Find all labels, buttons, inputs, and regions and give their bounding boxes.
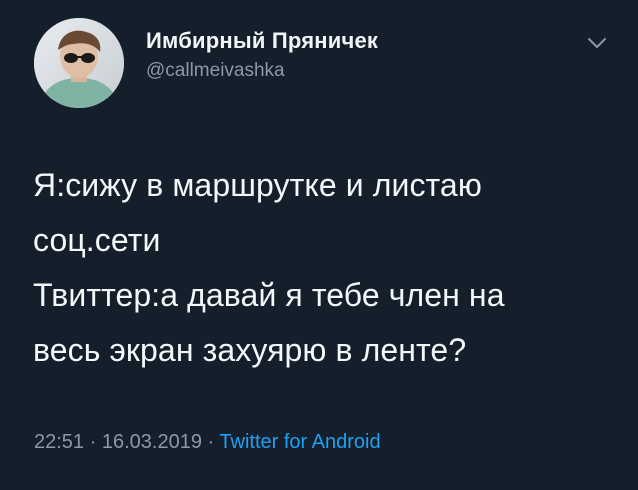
tweet-text: Я:сижу в маршрутке и листаю соц.сети Тви… <box>33 158 618 378</box>
tweet-text-line: Твиттер:а давай я тебе член на <box>33 277 505 313</box>
tweet-text-line: весь экран захуярю в ленте? <box>33 332 467 368</box>
author-username[interactable]: @callmeivashka <box>146 60 378 82</box>
author-avatar[interactable] <box>34 18 124 108</box>
tweet-time[interactable]: 22:51 <box>34 431 84 453</box>
tweet-menu-button[interactable] <box>585 34 609 52</box>
meta-separator: · <box>89 431 97 453</box>
author-display-name[interactable]: Имбирный Пряничек <box>146 28 378 54</box>
tweet-text-line: соц.сети <box>33 222 161 258</box>
tweet-card: Имбирный Пряничек @callmeivashka Я:сижу … <box>0 0 638 490</box>
tweet-text-line: Я:сижу в маршрутке и листаю <box>33 167 482 203</box>
tweet-source-link[interactable]: Twitter for Android <box>219 431 380 453</box>
user-avatar-image <box>34 18 124 108</box>
tweet-date[interactable]: 16.03.2019 <box>102 431 202 453</box>
tweet-meta: 22:51 · 16.03.2019 · Twitter for Android <box>34 428 381 456</box>
meta-separator: · <box>207 431 215 453</box>
chevron-down-icon <box>588 38 606 48</box>
author-info[interactable]: Имбирный Пряничек @callmeivashka <box>146 28 378 82</box>
